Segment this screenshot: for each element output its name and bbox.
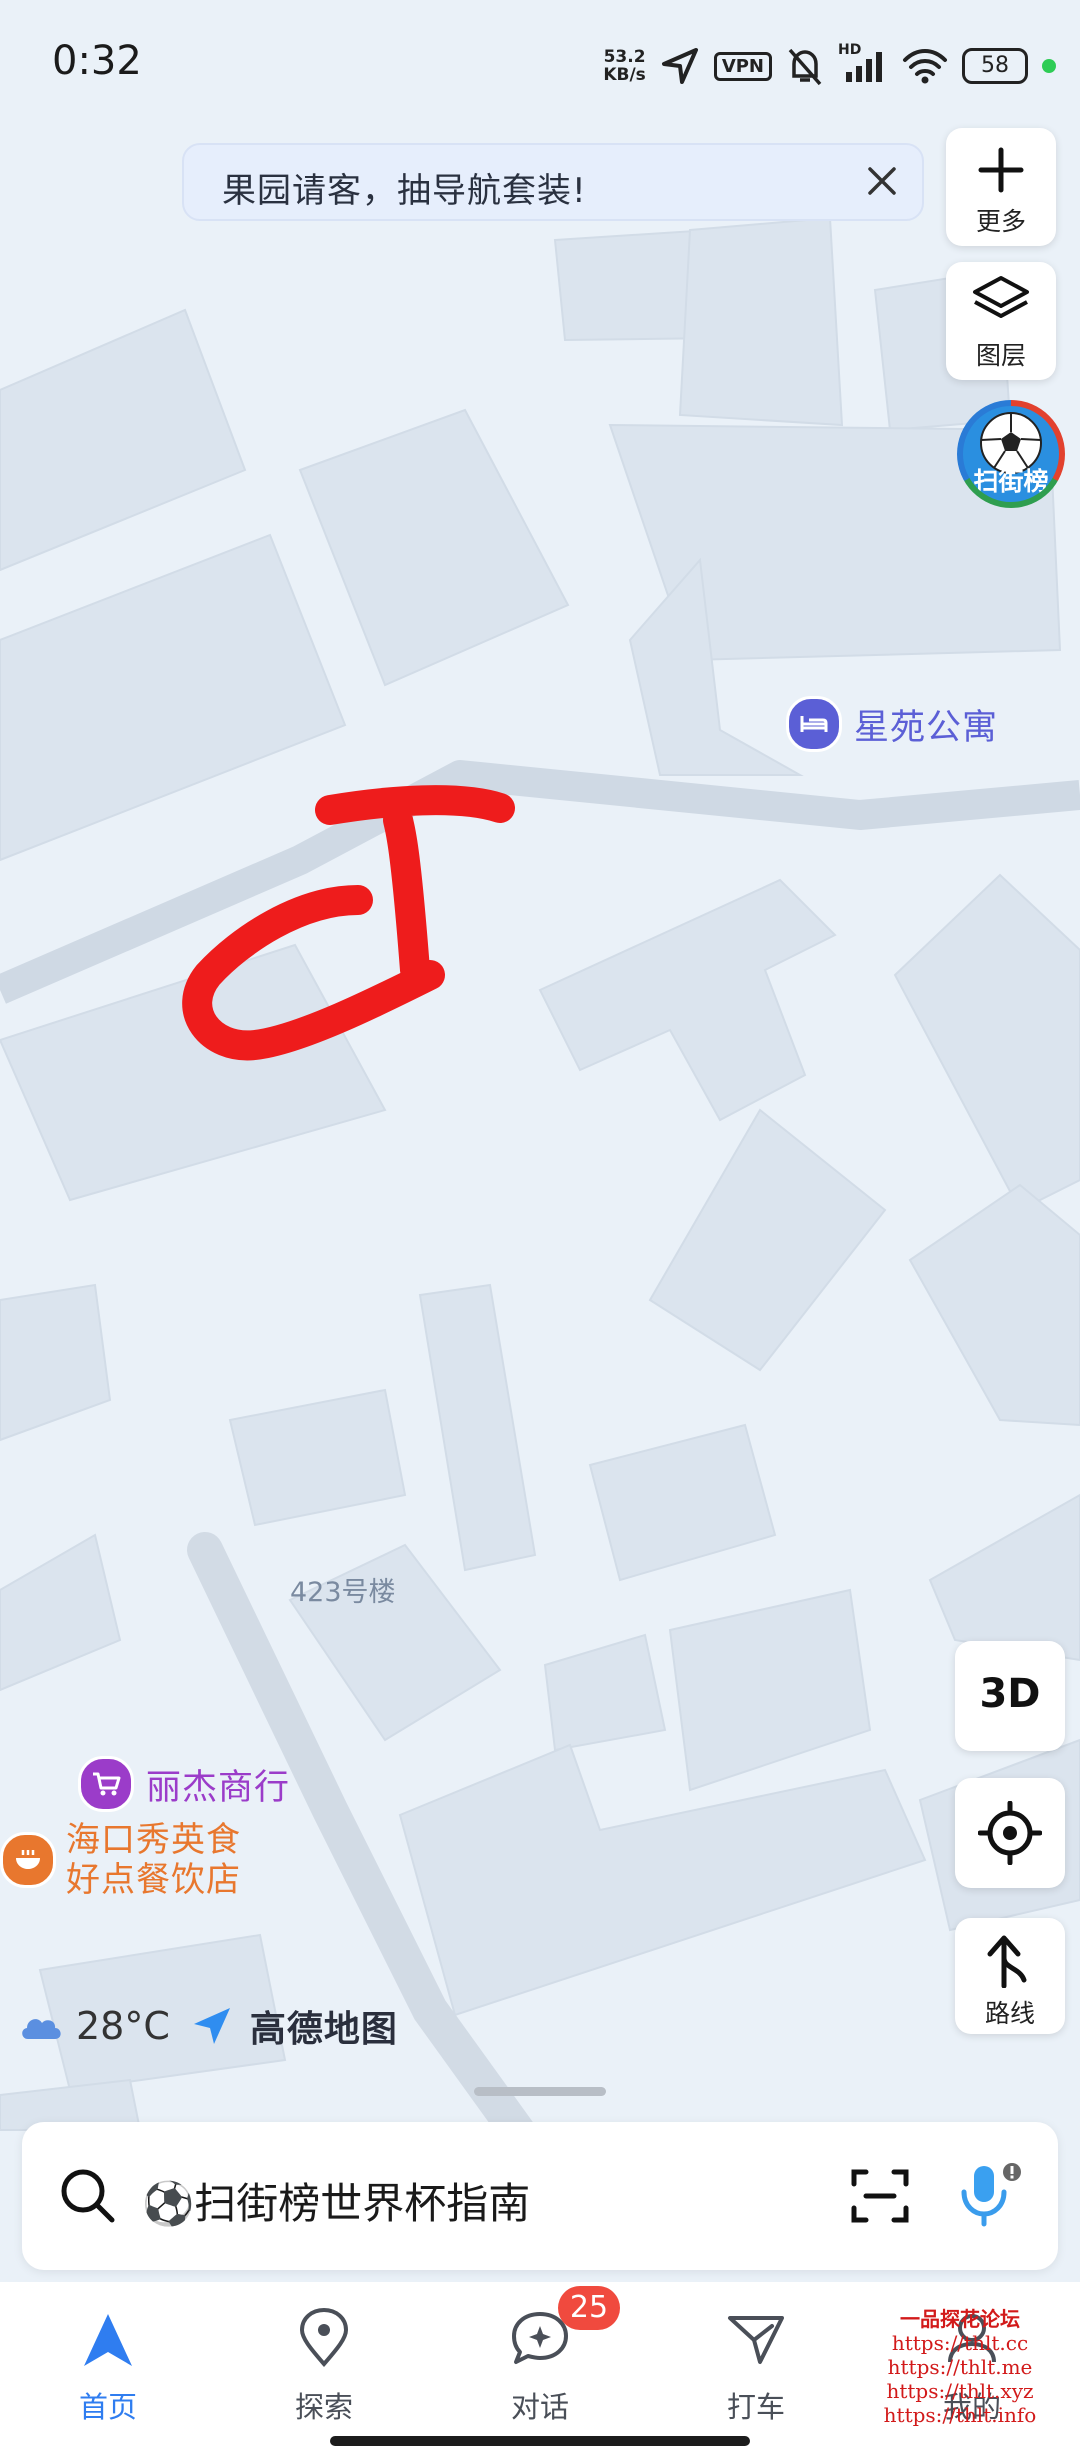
temperature: 28°C	[76, 2004, 170, 2048]
search-bar[interactable]: ⚽扫街榜世界杯指南	[22, 2122, 1058, 2270]
search-icon	[61, 2169, 115, 2223]
poi-apartment[interactable]: 星苑公寓	[786, 696, 998, 752]
tab-chat-label: 对话	[510, 2390, 569, 2424]
taxi-arrow-icon	[728, 2316, 784, 2364]
layers-button[interactable]: 图层	[946, 262, 1056, 380]
3d-label: 3D	[979, 1671, 1041, 1717]
amap-logo-icon	[193, 2008, 230, 2044]
microphone-icon[interactable]	[954, 2160, 1024, 2230]
street-rank-promo-button[interactable]: 扫街榜	[957, 400, 1065, 508]
brand-name: 高德地图	[249, 2009, 398, 2050]
layers-label: 图层	[975, 341, 1026, 370]
home-indicator[interactable]	[330, 2436, 750, 2446]
bowl-icon	[0, 1832, 56, 1888]
vpn-icon: VPN	[713, 51, 772, 81]
status-icons: 53.2 KB/s VPN HD 58	[603, 40, 1056, 92]
more-label: 更多	[975, 207, 1026, 236]
tab-explore-label: 探索	[294, 2390, 353, 2424]
close-icon[interactable]	[862, 161, 902, 201]
route-button[interactable]: 路线	[955, 1918, 1065, 2034]
location-arrow-icon	[661, 48, 698, 84]
poi-shop-label: 丽杰商行	[146, 1767, 291, 1808]
status-bar: 0:32 53.2 KB/s VPN HD 58	[0, 0, 1080, 130]
poi-shop[interactable]: 丽杰商行	[78, 1756, 290, 1812]
crosshair-icon	[978, 1801, 1042, 1865]
cloud-icon	[22, 2019, 61, 2039]
panel-drag-handle[interactable]	[474, 2087, 606, 2096]
promo-label: 扫街榜	[973, 467, 1049, 496]
privacy-dot-icon	[1042, 59, 1056, 73]
scan-icon[interactable]	[850, 2166, 910, 2226]
poi-building-label[interactable]: 423号楼	[290, 1570, 396, 1609]
status-time: 0:32	[52, 38, 142, 84]
tab-home-label: 首页	[78, 2390, 137, 2424]
3d-button[interactable]: 3D	[955, 1641, 1065, 1751]
signal-icon: HD	[838, 42, 888, 86]
watermark: 一品探花论坛 https://thlt.cc https://thlt.me h…	[883, 2307, 1037, 2427]
promo-banner[interactable]: 果园请客，抽导航套装!	[182, 143, 924, 221]
promo-banner-text: 果园请客，抽导航套装!	[222, 171, 587, 211]
weather-brand-row: 28°C 高德地图	[18, 2000, 398, 2052]
layers-icon	[973, 276, 1029, 318]
tab-taxi[interactable]: 打车	[686, 2304, 826, 2424]
home-arrow-icon	[84, 2314, 132, 2366]
network-speed: 53.2 KB/s	[603, 47, 646, 85]
route-arrow-icon	[987, 1935, 1027, 1988]
plus-icon	[978, 147, 1024, 193]
poi-restaurant[interactable]: 海口秀英食 好点餐饮店	[0, 1820, 241, 1900]
poi-restaurant-label: 海口秀英食 好点餐饮店	[66, 1820, 241, 1900]
location-pin-icon	[299, 2308, 349, 2368]
more-button[interactable]: 更多	[946, 128, 1056, 246]
tab-explore[interactable]: 探索	[254, 2304, 394, 2424]
poi-apartment-label: 星苑公寓	[854, 707, 999, 748]
wifi-icon	[903, 49, 947, 84]
tab-home[interactable]: 首页	[38, 2304, 178, 2424]
tab-taxi-label: 打车	[726, 2390, 785, 2424]
shopping-cart-icon	[78, 1756, 134, 1812]
route-label: 路线	[984, 1999, 1035, 2028]
battery-icon: 58	[962, 48, 1028, 84]
search-text: ⚽扫街榜世界杯指南	[142, 2179, 531, 2228]
chat-unread-badge: 25	[558, 2286, 620, 2330]
locate-button[interactable]	[955, 1778, 1065, 1888]
bed-icon	[786, 696, 842, 752]
mute-bell-icon	[788, 48, 822, 86]
